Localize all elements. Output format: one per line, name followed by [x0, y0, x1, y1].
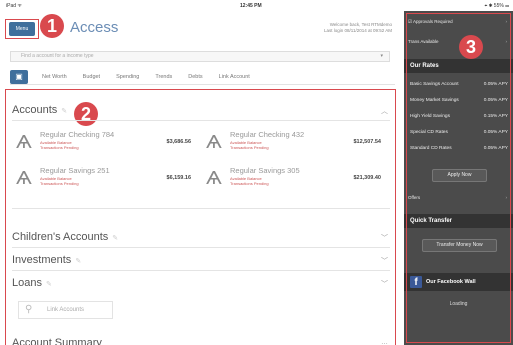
link-accounts-label: Link Accounts — [47, 307, 85, 313]
welcome-text: Welcome back, Test RTMdemo Last login 08… — [324, 22, 392, 34]
tab-net-worth[interactable]: Net Worth — [34, 74, 75, 80]
tab-debts[interactable]: Debts — [180, 74, 210, 80]
link-icon: ⚲ — [25, 304, 33, 315]
account-tile[interactable]: Ѧ Regular Checking 784 Available Balance… — [16, 130, 191, 158]
main-pane: Menu 1 Access Welcome back, Test RTMdemo… — [0, 11, 400, 345]
chevron-up-icon[interactable]: ︿ — [381, 106, 388, 116]
more-icon[interactable]: … — [381, 339, 388, 345]
account-name: Regular Savings 305 — [230, 166, 300, 175]
search-placeholder: Find a account for a income type — [21, 53, 94, 59]
menu-button[interactable]: Menu — [9, 22, 35, 36]
edit-icon[interactable]: ✎ — [46, 281, 52, 288]
section-title: Accounts — [12, 104, 58, 116]
section-title: Account Summary — [12, 337, 102, 345]
section-loans[interactable]: Loans ✎ ﹀ — [12, 277, 390, 289]
chevron-down-icon[interactable]: ﹀ — [381, 233, 388, 243]
callout-3: 3 — [459, 35, 483, 59]
account-pending-label: Transactions Pending — [40, 145, 79, 150]
divider — [12, 270, 390, 271]
status-time: 12:45 PM — [240, 3, 262, 9]
bank-logo-icon: Ѧ — [16, 132, 32, 153]
account-amount: $21,309.40 — [353, 175, 381, 181]
account-tile[interactable]: Ѧ Regular Savings 305 Available Balance … — [206, 166, 381, 194]
account-tile[interactable]: Ѧ Regular Checking 432 Available Balance… — [206, 130, 381, 158]
account-name: Regular Savings 251 — [40, 166, 110, 175]
status-bar: iPad ᯤ 12:45 PM ⌖ ✱ 55% ▭ — [0, 0, 513, 11]
chevron-down-icon[interactable]: ﹀ — [381, 256, 388, 266]
section-title: Investments — [12, 254, 72, 266]
section-account-summary[interactable]: Account Summary … — [12, 337, 390, 345]
status-battery: ⌖ ✱ 55% ▭ — [484, 3, 509, 9]
link-accounts-button[interactable]: ⚲ Link Accounts — [18, 301, 113, 319]
section-childrens-accounts[interactable]: Children's Accounts ✎ ﹀ — [12, 231, 390, 243]
section-investments[interactable]: Investments ✎ ﹀ — [12, 254, 390, 266]
tab-spending[interactable]: Spending — [108, 74, 147, 80]
bank-logo-icon: Ѧ — [206, 168, 222, 189]
last-login-line: Last login 08/11/2014 at 09:52 AM — [324, 28, 392, 33]
account-tile[interactable]: Ѧ Regular Savings 251 Available Balance … — [16, 166, 191, 194]
bank-logo-icon: Ѧ — [16, 168, 32, 189]
account-amount: $12,507.54 — [353, 139, 381, 145]
right-panel-highlight — [406, 13, 511, 343]
chevron-down-icon[interactable]: ▾ — [380, 52, 383, 61]
status-carrier: iPad ᯤ — [6, 3, 22, 9]
divider — [12, 120, 390, 121]
tab-bar: ▣ Net Worth Budget Spending Trends Debts… — [10, 69, 395, 85]
section-title: Loans — [12, 277, 42, 289]
tab-budget[interactable]: Budget — [75, 74, 108, 80]
chevron-down-icon[interactable]: ﹀ — [381, 279, 388, 289]
account-amount: $3,686.56 — [166, 139, 191, 145]
account-pending-label: Transactions Pending — [230, 181, 269, 186]
account-amount: $6,159.16 — [166, 175, 191, 181]
edit-icon[interactable]: ✎ — [61, 108, 67, 115]
edit-icon[interactable]: ✎ — [112, 235, 118, 242]
account-pending-label: Transactions Pending — [40, 181, 79, 186]
bank-logo-icon: Ѧ — [206, 132, 222, 153]
dashboard-icon[interactable]: ▣ — [10, 69, 28, 84]
brand-title: Access — [70, 19, 119, 36]
section-title: Children's Accounts — [12, 231, 109, 243]
account-name: Regular Checking 784 — [40, 130, 115, 139]
callout-1: 1 — [40, 14, 64, 38]
divider — [12, 208, 390, 209]
tab-link-account[interactable]: Link Account — [211, 74, 258, 80]
account-pending-label: Transactions Pending — [230, 145, 269, 150]
tab-trends[interactable]: Trends — [147, 74, 180, 80]
search-input[interactable]: Find a account for a income type ▾ — [10, 51, 390, 62]
account-name: Regular Checking 432 — [230, 130, 305, 139]
section-accounts[interactable]: Accounts ✎ ︿ — [12, 104, 390, 116]
divider — [12, 247, 390, 248]
edit-icon[interactable]: ✎ — [75, 258, 81, 265]
